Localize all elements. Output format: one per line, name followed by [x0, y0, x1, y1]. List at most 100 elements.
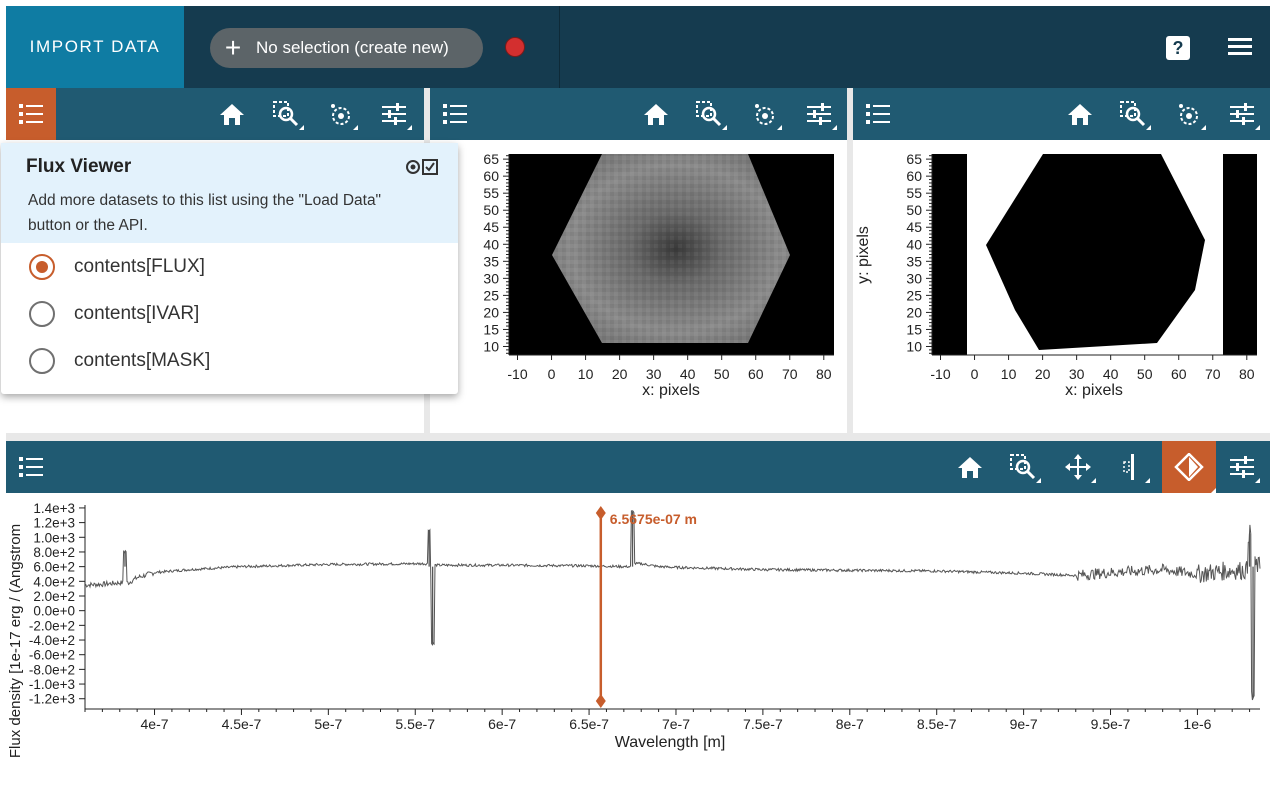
flux-image-viewer[interactable]: -10 0 10 20 30 40 50 60 70 8010152025303540455055…: [430, 140, 847, 433]
x-tick-label: 6e-7: [488, 716, 516, 732]
y-tick-label: 50: [906, 202, 922, 218]
y-tick-label: 20: [906, 304, 922, 320]
y-tick-label: 10: [906, 338, 922, 354]
wavelength-marker[interactable]: 6.5675e-07 m: [595, 506, 697, 708]
y-tick-label: 65: [906, 151, 922, 167]
x-tick-label: 40: [680, 366, 696, 382]
settings-icon[interactable]: [1224, 98, 1260, 130]
y-tick-label: 1.0e+3: [33, 530, 75, 545]
y-tick-label: 1.2e+3: [33, 516, 75, 531]
y-tick-label: 35: [906, 253, 922, 269]
mask-left-band: [932, 154, 967, 355]
settings-icon[interactable]: [801, 98, 837, 130]
zoom-icon[interactable]: [268, 98, 304, 130]
x-tick-label: 80: [816, 366, 832, 382]
spectrum-chart[interactable]: 4e-7 4.5e-7 5e-7 5.5e-7 6e-7 6.5e-7 7e-7 7.5e-7…: [6, 493, 1270, 788]
home-icon[interactable]: [952, 451, 988, 483]
settings-icon[interactable]: [376, 98, 412, 130]
dataset-label: contents[FLUX]: [74, 256, 205, 277]
popup-header: Flux Viewer Add more datasets to this li…: [1, 143, 458, 243]
data-menu-button[interactable]: [853, 88, 903, 140]
x-tick-label: 30: [646, 366, 662, 382]
x-tick-label: 10: [578, 366, 594, 382]
dataset-option[interactable]: contents[FLUX]: [29, 252, 205, 282]
y-tick-label: 15: [906, 321, 922, 337]
settings-icon[interactable]: [1224, 451, 1260, 483]
lasso-icon[interactable]: [746, 98, 782, 130]
popup-hint: Add more datasets to this list using the…: [28, 192, 382, 234]
viewer-toolbar: [853, 88, 1270, 140]
x-tick-label: 80: [1239, 366, 1255, 382]
y-tick-label: 15: [483, 321, 499, 337]
multiselect-toggle-icon[interactable]: [405, 157, 439, 177]
x-tick-label: 10: [1001, 366, 1017, 382]
data-menu-button[interactable]: [430, 88, 480, 140]
y-tick-label: 1.4e+3: [33, 501, 75, 516]
y-tick-label: 25: [483, 287, 499, 303]
home-icon[interactable]: [1062, 98, 1098, 130]
y-tick-label: -2.0e+2: [29, 618, 75, 633]
plus-icon: +: [224, 32, 242, 63]
radio-icon[interactable]: [29, 348, 55, 374]
x-tick-label: 0: [548, 366, 556, 382]
zoom-icon[interactable]: [1115, 98, 1151, 130]
data-menu-popup: Flux Viewer Add more datasets to this li…: [1, 143, 458, 394]
x-tick-label: -10: [930, 366, 950, 382]
x-tick-label: 0: [971, 366, 979, 382]
x-tick-label: 7e-7: [662, 716, 690, 732]
y-tick-label: 25: [906, 287, 922, 303]
x-axis-label: x: pixels: [1065, 382, 1123, 399]
x-tick-label: 60: [748, 366, 764, 382]
import-data-button[interactable]: IMPORT DATA: [6, 6, 184, 88]
line-select-icon[interactable]: [1162, 441, 1216, 493]
menu-icon[interactable]: [1228, 38, 1252, 56]
x-axis-label: Wavelength [m]: [615, 734, 726, 751]
popup-title: Flux Viewer: [26, 156, 132, 177]
y-tick-label: 60: [906, 168, 922, 184]
mask-right-band: [1223, 154, 1257, 355]
spectrum-toolbar: [6, 441, 1270, 493]
subset-selector[interactable]: + No selection (create new): [210, 28, 483, 68]
list-icon: [866, 104, 890, 124]
y-tick-label: 2.0e+2: [33, 589, 75, 604]
x-tick-label: 50: [714, 366, 730, 382]
data-menu-button[interactable]: [6, 441, 56, 493]
divider: [6, 433, 1270, 441]
marker-handle-top: [595, 506, 606, 520]
radio-icon[interactable]: [29, 301, 55, 327]
lasso-icon[interactable]: [322, 98, 358, 130]
zoom-icon[interactable]: [691, 98, 727, 130]
x-tick-label: 8.5e-7: [917, 716, 957, 732]
x-tick-label: 20: [1035, 366, 1051, 382]
y-tick-label: -6.0e+2: [29, 648, 75, 663]
spectrum-line: [84, 510, 1261, 701]
x-tick-label: 20: [612, 366, 628, 382]
home-icon[interactable]: [214, 98, 250, 130]
list-icon: [443, 104, 467, 124]
zoom-icon[interactable]: [1005, 451, 1041, 483]
dataset-option[interactable]: contents[IVAR]: [29, 299, 199, 329]
dataset-option[interactable]: contents[MASK]: [29, 346, 210, 376]
divider: [559, 6, 560, 88]
pan-icon[interactable]: [1060, 451, 1096, 483]
y-tick-label: -1.2e+3: [29, 692, 75, 707]
viewer-toolbar: [430, 88, 847, 140]
y-tick-label: 30: [906, 270, 922, 286]
x-tick-label: 5.5e-7: [395, 716, 435, 732]
data-menu-button[interactable]: [6, 88, 56, 140]
home-icon[interactable]: [638, 98, 674, 130]
lasso-icon[interactable]: [1170, 98, 1206, 130]
y-tick-label: 8.0e+2: [33, 545, 75, 560]
radio-icon[interactable]: [29, 254, 55, 280]
slice-icon[interactable]: [1114, 451, 1150, 483]
help-button[interactable]: ?: [1166, 36, 1190, 60]
y-tick-label: 20: [483, 304, 499, 320]
y-tick-label: 0.0e+0: [33, 604, 75, 619]
y-tick-label: 30: [483, 270, 499, 286]
y-tick-label: 10: [483, 338, 499, 354]
y-tick-label: 40: [483, 236, 499, 252]
record-indicator[interactable]: [505, 37, 525, 57]
y-tick-label: 55: [483, 185, 499, 201]
viewer-toolbar: [6, 88, 424, 140]
mask-image-viewer[interactable]: -10 0 10 20 30 40 50 60 70 8010152025303540455055…: [853, 140, 1270, 433]
